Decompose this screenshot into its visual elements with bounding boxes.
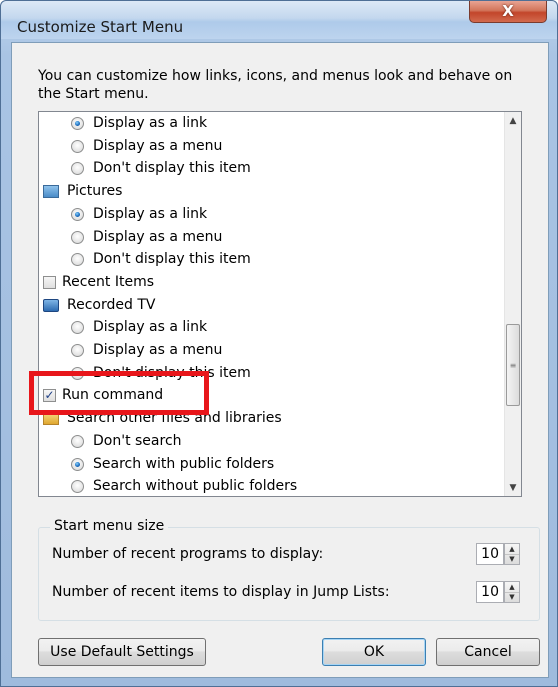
option-label: Don't display this item <box>93 251 251 267</box>
jump-list-items-spinner[interactable]: ▲ ▼ <box>504 581 520 603</box>
radio-unselected-icon[interactable] <box>71 434 84 448</box>
option-label: Display as a menu <box>93 342 223 358</box>
dialog-body: You can customize how links, icons, and … <box>11 42 549 678</box>
recorded-tv-icon <box>43 298 59 312</box>
radio-option-row[interactable]: Display as a menu <box>71 226 222 248</box>
option-label: Display as a link <box>93 206 208 222</box>
option-label: Search with public folders <box>93 456 275 472</box>
start-menu-size-group <box>38 527 540 621</box>
window-title: Customize Start Menu <box>17 18 184 36</box>
radio-option-row[interactable]: Don't search <box>71 430 182 452</box>
scroll-down-arrow-icon[interactable]: ▼ <box>505 479 521 496</box>
title-bar[interactable]: Customize Start Menu X <box>1 1 557 39</box>
radio-selected-icon[interactable] <box>71 457 84 471</box>
category-row[interactable]: Pictures <box>43 180 122 202</box>
option-label: Search without public folders <box>93 478 298 494</box>
option-label: Display as a menu <box>93 229 223 245</box>
list-scrollbar[interactable]: ▲ ≡ ▼ <box>504 112 521 496</box>
spin-down-arrow-icon[interactable]: ▼ <box>505 554 519 564</box>
cancel-button[interactable]: Cancel <box>436 638 540 666</box>
radio-option-row[interactable]: Don't display this item <box>71 157 251 179</box>
radio-unselected-icon[interactable] <box>71 252 84 266</box>
category-row[interactable]: Recorded TV <box>43 294 155 316</box>
jump-list-items-input[interactable]: 10 <box>476 581 504 603</box>
radio-unselected-icon[interactable] <box>71 479 84 493</box>
option-label: Recent Items <box>62 274 154 290</box>
radio-option-row[interactable]: Search with public folders <box>71 453 274 475</box>
option-label: Don't display this item <box>93 160 251 176</box>
option-label: Don't search <box>93 433 182 449</box>
jump-list-items-label: Number of recent items to display in Jum… <box>52 584 390 600</box>
radio-option-row[interactable]: Display as a link <box>71 203 207 225</box>
radio-option-row[interactable]: Search without public folders <box>71 475 298 496</box>
ok-button[interactable]: OK <box>322 638 426 666</box>
description-text: You can customize how links, icons, and … <box>38 68 513 102</box>
pictures-icon <box>43 184 59 198</box>
radio-unselected-icon[interactable] <box>71 343 84 357</box>
recent-programs-input[interactable]: 10 <box>476 543 504 565</box>
close-button[interactable]: X <box>469 1 547 23</box>
radio-option-row[interactable]: Display as a menu <box>71 339 222 361</box>
radio-option-row[interactable]: Don't display this item <box>71 248 251 270</box>
start-menu-size-label: Start menu size <box>50 518 169 534</box>
option-label: Recorded TV <box>67 297 156 313</box>
option-label: Display as a menu <box>93 138 223 154</box>
option-label: Display as a link <box>93 115 208 131</box>
scroll-thumb[interactable]: ≡ <box>506 324 520 406</box>
radio-unselected-icon[interactable] <box>71 139 84 153</box>
option-label: Pictures <box>67 183 123 199</box>
close-icon: X <box>502 2 514 20</box>
radio-option-row[interactable]: Display as a link <box>71 316 207 338</box>
option-label: Display as a link <box>93 319 208 335</box>
checkbox-unchecked-icon[interactable] <box>43 275 56 289</box>
recent-programs-spinner[interactable]: ▲ ▼ <box>504 543 520 565</box>
spin-down-arrow-icon[interactable]: ▼ <box>505 592 519 602</box>
radio-unselected-icon[interactable] <box>71 320 84 334</box>
radio-unselected-icon[interactable] <box>71 161 84 175</box>
scroll-up-arrow-icon[interactable]: ▲ <box>505 112 521 129</box>
radio-selected-icon[interactable] <box>71 207 84 221</box>
radio-selected-icon[interactable] <box>71 116 84 130</box>
customize-start-menu-dialog: Customize Start Menu X You can customize… <box>0 0 558 687</box>
radio-unselected-icon[interactable] <box>71 230 84 244</box>
radio-option-row[interactable]: Display as a menu <box>71 135 222 157</box>
start-menu-options-list[interactable]: Display as a link Display as a menu Don't … <box>38 111 522 497</box>
checkbox-option-row[interactable]: Recent Items <box>43 271 154 293</box>
use-default-settings-button[interactable]: Use Default Settings <box>38 638 206 666</box>
annotation-highlight-box <box>29 371 209 415</box>
radio-option-row[interactable]: Display as a link <box>71 112 207 134</box>
recent-programs-label: Number of recent programs to display: <box>52 546 324 562</box>
